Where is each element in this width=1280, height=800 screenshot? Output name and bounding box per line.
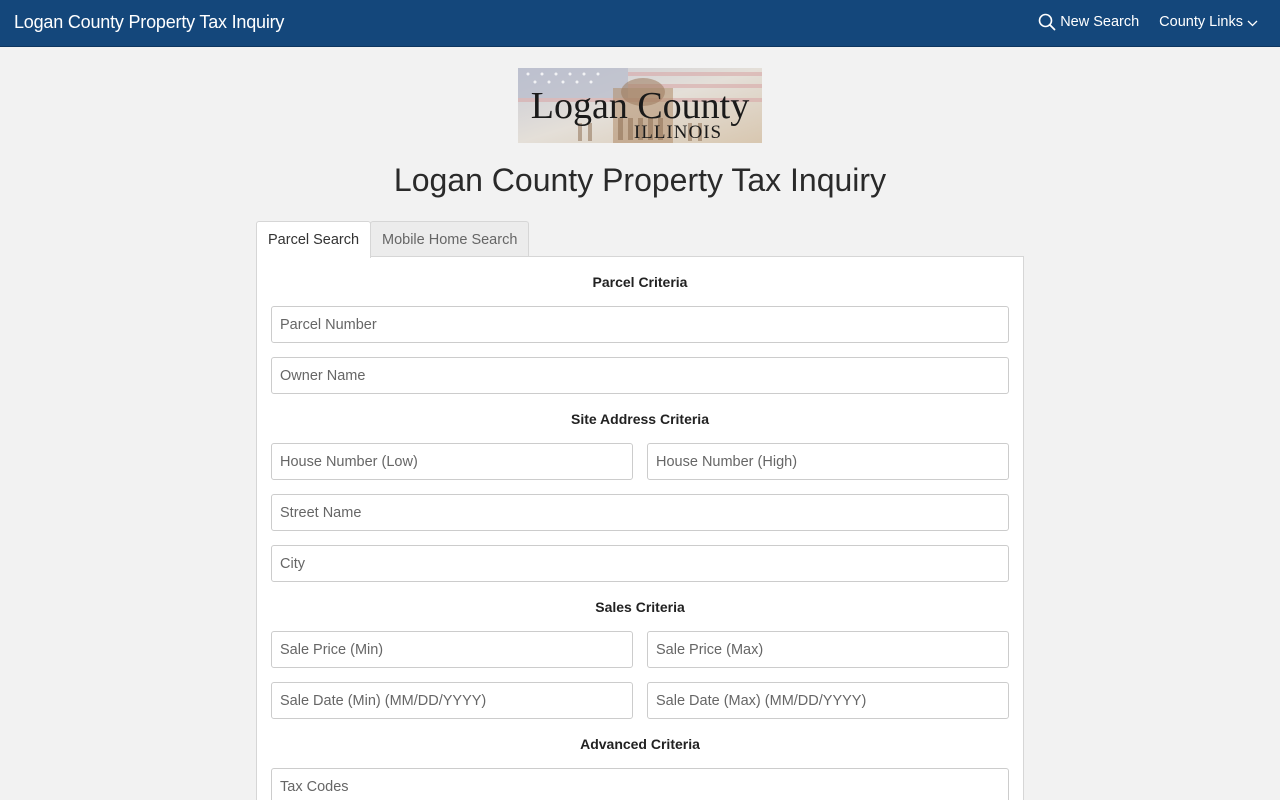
sale-price-min-input[interactable] <box>271 631 633 668</box>
page-title: Logan County Property Tax Inquiry <box>393 162 887 198</box>
site-address-criteria-heading: Site Address Criteria <box>571 411 709 427</box>
search-form-panel: Parcel Criteria Site Address Criteria Sa… <box>256 256 1024 800</box>
chevron-down-icon <box>1247 20 1258 26</box>
logo-state-text: ILLINOIS <box>634 122 722 143</box>
logo-image: Logan County ILLINOIS <box>518 68 762 143</box>
new-search-link[interactable]: New Search <box>1038 13 1139 31</box>
sale-date-min-input[interactable] <box>271 682 633 719</box>
street-name-input[interactable] <box>271 494 1009 531</box>
county-links-dropdown[interactable]: County Links <box>1159 14 1258 30</box>
top-navbar: Logan County Property Tax Inquiry New Se… <box>0 0 1280 47</box>
sale-price-max-input[interactable] <box>647 631 1009 668</box>
city-input[interactable] <box>271 545 1009 582</box>
house-number-low-input[interactable] <box>271 443 633 480</box>
owner-name-input[interactable] <box>271 357 1009 394</box>
tab-parcel-search[interactable]: Parcel Search <box>256 221 372 258</box>
advanced-criteria-heading: Advanced Criteria <box>580 736 700 752</box>
county-logo: Logan County ILLINOIS <box>518 68 762 143</box>
tab-mobile-home-search[interactable]: Mobile Home Search <box>370 221 530 257</box>
parcel-number-input[interactable] <box>271 306 1009 343</box>
search-icon <box>1038 13 1056 31</box>
logo-county-text: Logan County <box>531 85 749 127</box>
house-number-high-input[interactable] <box>647 443 1009 480</box>
tax-codes-input[interactable] <box>271 768 1009 800</box>
sale-date-max-input[interactable] <box>647 682 1009 719</box>
brand-title[interactable]: Logan County Property Tax Inquiry <box>14 12 284 33</box>
parcel-criteria-heading: Parcel Criteria <box>592 274 688 290</box>
new-search-label: New Search <box>1060 14 1140 30</box>
nav-right: New Search County Links <box>1038 13 1258 31</box>
county-links-label: County Links <box>1159 14 1243 30</box>
sales-criteria-heading: Sales Criteria <box>595 599 685 615</box>
